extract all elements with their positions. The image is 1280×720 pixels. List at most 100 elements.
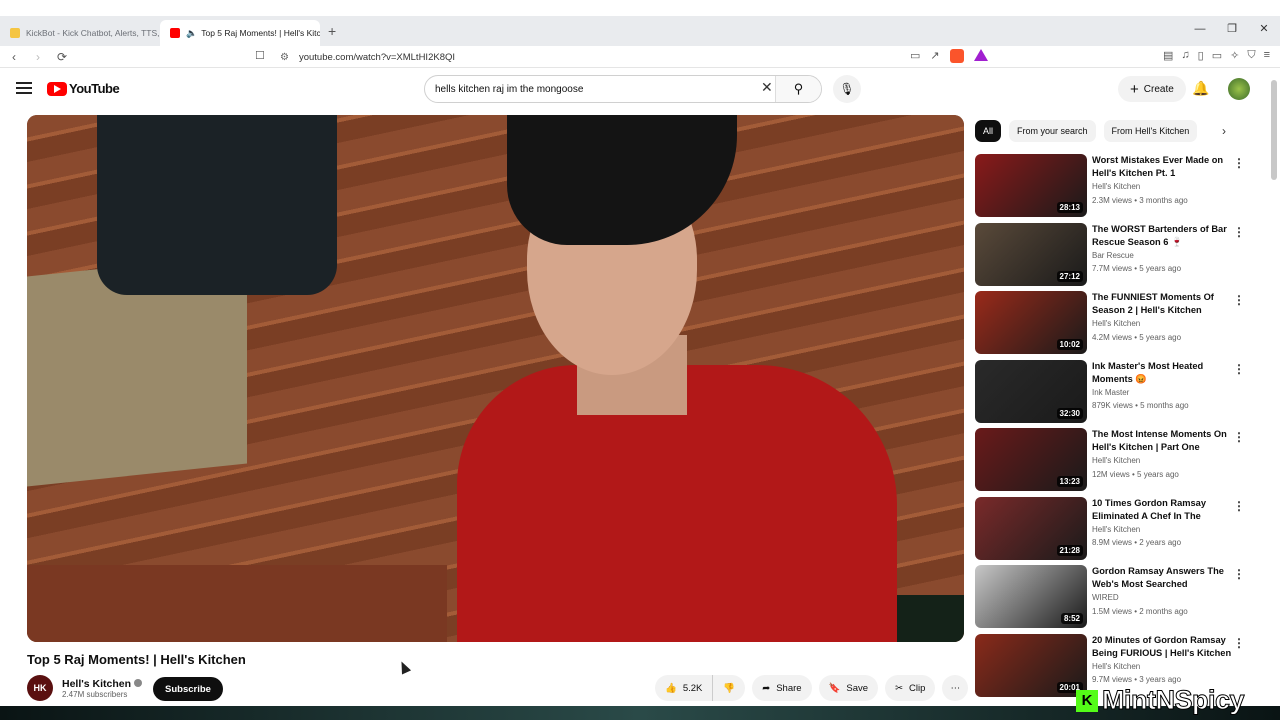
menu-icon[interactable]: ≡ <box>1264 49 1270 62</box>
recommendation-title[interactable]: The FUNNIEST Moments Of Season 2 | Hell'… <box>1092 291 1232 317</box>
bookmark-add-icon: 🔖 <box>828 682 841 694</box>
recommendation-meta: 879K views • 5 months ago <box>1092 401 1189 410</box>
voice-search-icon[interactable]: 🎙 <box>833 75 861 103</box>
sidebar-icon[interactable]: ▯ <box>1198 49 1204 62</box>
more-options-icon[interactable]: ⋮ <box>1233 636 1245 650</box>
maximize-icon[interactable]: ❐ <box>1216 16 1248 42</box>
create-button[interactable]: + Create <box>1118 76 1186 102</box>
cast-icon[interactable]: ▭ <box>910 49 920 63</box>
channel-info: HK Hell's Kitchen 2.47M subscribers <box>27 675 143 701</box>
media-icon[interactable]: ♫ <box>1181 49 1189 62</box>
video-thumbnail[interactable]: 32:30 <box>975 359 1087 423</box>
recommendation-channel[interactable]: WIRED <box>1092 591 1232 605</box>
subscribe-button[interactable]: Subscribe <box>153 677 223 701</box>
reload-icon[interactable]: ⟳ <box>52 50 72 64</box>
avatar[interactable] <box>1228 78 1250 100</box>
bookmark-icon[interactable]: ☐ <box>255 49 265 62</box>
vpn-icon[interactable]: ⛉ <box>1247 49 1255 62</box>
video-thumbnail[interactable]: 21:28 <box>975 496 1087 560</box>
recommendation-item[interactable]: 13:23 The Most Intense Moments On Hell's… <box>975 428 1255 497</box>
recommendation-item[interactable]: 32:30 Ink Master's Most Heated Moments 😡… <box>975 359 1255 429</box>
recommendation-title[interactable]: Gordon Ramsay Answers The Web's Most Sea… <box>1092 565 1232 591</box>
video-thumbnail[interactable]: 8:52 <box>975 565 1087 628</box>
more-options-icon[interactable]: ⋮ <box>1233 430 1245 444</box>
recommendation-channel[interactable]: Hell's Kitchen <box>1092 180 1232 194</box>
recommendation-channel[interactable]: Hell's Kitchen <box>1092 523 1232 537</box>
share-page-icon[interactable]: ↗ <box>930 49 939 63</box>
reading-list-icon[interactable]: ▤ <box>1163 49 1173 62</box>
video-subject <box>457 115 897 642</box>
browser-tab-youtube[interactable]: 🔈 Top 5 Raj Moments! | Hell's Kitchen ✕ <box>160 20 320 46</box>
video-thumbnail[interactable]: 28:13 <box>975 154 1087 217</box>
video-thumbnail[interactable]: 20:01 <box>975 633 1087 697</box>
minimize-icon[interactable]: — <box>1184 16 1216 42</box>
site-info-icon[interactable]: ⚙ <box>280 52 289 63</box>
video-thumbnail[interactable]: 27:12 <box>975 222 1087 286</box>
recommendation-info: The WORST Bartenders of Bar Rescue Seaso… <box>1092 223 1232 276</box>
browser-tab-kickbot[interactable]: KickBot - Kick Chatbot, Alerts, TTS, C <box>0 20 160 46</box>
guide-menu-icon[interactable] <box>16 82 32 94</box>
ai-icon[interactable]: ✧ <box>1230 49 1239 62</box>
video-player[interactable] <box>27 115 964 642</box>
close-window-icon[interactable]: ✕ <box>1248 16 1280 42</box>
window-controls: — ❐ ✕ <box>1184 16 1280 42</box>
channel-avatar[interactable]: HK <box>27 675 53 701</box>
recommendation-channel[interactable]: Bar Rescue <box>1092 249 1232 263</box>
recommendation-title[interactable]: 10 Times Gordon Ramsay Eliminated A Chef… <box>1092 497 1232 523</box>
recommendation-channel[interactable]: Hell's Kitchen <box>1092 317 1232 331</box>
video-scenery <box>27 565 447 642</box>
channel-name[interactable]: Hell's Kitchen <box>62 677 143 690</box>
recommendation-title[interactable]: Worst Mistakes Ever Made on Hell's Kitch… <box>1092 154 1232 180</box>
more-options-icon[interactable]: ⋮ <box>1233 225 1245 239</box>
save-button[interactable]: 🔖 Save <box>818 675 879 701</box>
forward-icon[interactable]: › <box>28 50 48 64</box>
scrollbar[interactable] <box>1271 80 1277 180</box>
more-options-icon[interactable]: ⋮ <box>1233 499 1245 513</box>
clear-search-icon[interactable]: ✕ <box>761 79 773 96</box>
chip-all[interactable]: All <box>975 120 1002 142</box>
youtube-logo[interactable]: YouTube <box>47 81 120 96</box>
brave-rewards-icon[interactable] <box>973 49 988 61</box>
recommendation-channel[interactable]: Hell's Kitchen <box>1092 660 1232 674</box>
more-options-icon[interactable]: ⋮ <box>1233 156 1245 170</box>
clip-button[interactable]: ✂ Clip <box>885 675 936 701</box>
channel-name-text: Hell's Kitchen <box>62 677 132 690</box>
recommendation-info: Worst Mistakes Ever Made on Hell's Kitch… <box>1092 154 1232 207</box>
brave-shields-icon[interactable] <box>949 49 964 63</box>
video-thumbnail[interactable]: 10:02 <box>975 291 1087 354</box>
recommendation-meta: 12M views • 5 years ago <box>1092 469 1179 479</box>
recommendation-title[interactable]: Ink Master's Most Heated Moments 😡 <box>1092 360 1232 386</box>
notifications-icon[interactable]: 🔔 <box>1192 80 1209 97</box>
chip-from-channel[interactable]: From Hell's Kitchen <box>1103 120 1198 142</box>
dislike-button[interactable]: 👎 <box>713 675 746 701</box>
recommendation-item[interactable]: 27:12 The WORST Bartenders of Bar Rescue… <box>975 222 1255 292</box>
recommendation-title[interactable]: The WORST Bartenders of Bar Rescue Seaso… <box>1092 223 1232 249</box>
new-tab-button[interactable]: + <box>328 23 336 39</box>
search-button[interactable]: ⚲ <box>775 76 821 102</box>
like-button[interactable]: 👍 5.2K <box>655 675 714 701</box>
search-input[interactable]: hells kitchen raj im the mongoose <box>435 84 583 95</box>
tab-label: KickBot - Kick Chatbot, Alerts, TTS, C <box>26 28 160 38</box>
speaker-icon[interactable]: 🔈 <box>186 28 197 39</box>
recommendation-meta: 8.9M views • 2 years ago <box>1092 538 1182 547</box>
recommendation-item[interactable]: 8:52 Gordon Ramsay Answers The Web's Mos… <box>975 565 1255 634</box>
recommendation-item[interactable]: 21:28 10 Times Gordon Ramsay Eliminated … <box>975 496 1255 566</box>
more-options-icon[interactable]: ⋮ <box>1233 293 1245 307</box>
recommendation-title[interactable]: The Most Intense Moments On Hell's Kitch… <box>1092 428 1232 454</box>
search-box[interactable]: hells kitchen raj im the mongoose ✕ ⚲ <box>424 75 822 103</box>
url-field[interactable]: ⚙ youtube.com/watch?v=XMLtHI2K8QI <box>280 48 930 66</box>
share-button[interactable]: ➦ Share <box>752 675 812 701</box>
chevron-right-icon[interactable]: › <box>1222 124 1226 138</box>
back-icon[interactable]: ‹ <box>4 50 24 64</box>
wallet-icon[interactable]: ▭ <box>1212 49 1222 62</box>
recommendation-title[interactable]: 20 Minutes of Gordon Ramsay Being FURIOU… <box>1092 634 1232 660</box>
more-actions-button[interactable]: ⋯ <box>942 675 969 701</box>
recommendation-channel[interactable]: Ink Master <box>1092 386 1232 400</box>
recommendation-item[interactable]: 28:13 Worst Mistakes Ever Made on Hell's… <box>975 154 1255 223</box>
more-options-icon[interactable]: ⋮ <box>1233 567 1245 581</box>
recommendation-channel[interactable]: Hell's Kitchen <box>1092 454 1232 468</box>
recommendation-item[interactable]: 10:02 The FUNNIEST Moments Of Season 2 |… <box>975 291 1255 360</box>
chip-from-search[interactable]: From your search <box>1009 120 1096 142</box>
video-thumbnail[interactable]: 13:23 <box>975 428 1087 491</box>
more-options-icon[interactable]: ⋮ <box>1233 362 1245 376</box>
